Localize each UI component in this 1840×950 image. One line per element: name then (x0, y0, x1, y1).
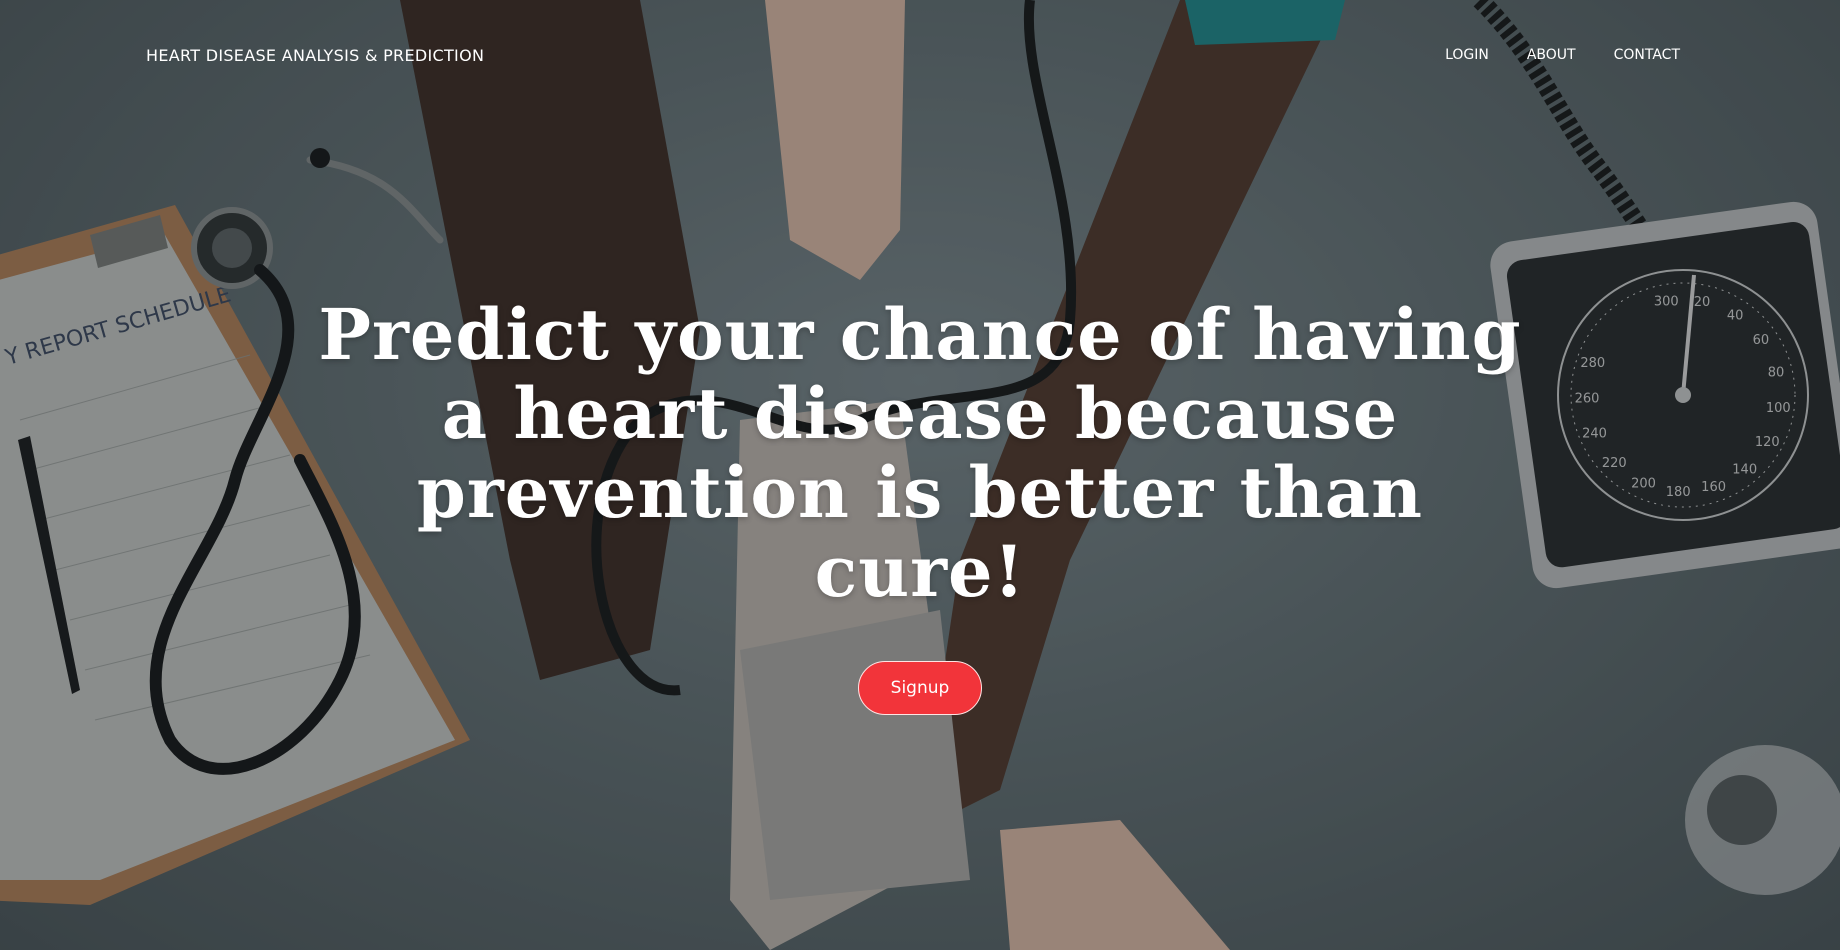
brand-link[interactable]: HEART DISEASE ANALYSIS & PREDICTION (146, 46, 484, 65)
nav-link-contact[interactable]: CONTACT (1614, 47, 1680, 63)
nav-links: LOGIN ABOUT CONTACT (1407, 47, 1680, 63)
navbar: HEART DISEASE ANALYSIS & PREDICTION LOGI… (0, 0, 1840, 114)
nav-link-login[interactable]: LOGIN (1445, 47, 1489, 63)
signup-button[interactable]: Signup (858, 661, 982, 715)
hero-headline: Predict your chance of having a heart di… (318, 293, 1522, 613)
nav-link-about[interactable]: ABOUT (1527, 47, 1576, 63)
hero-section: Predict your chance of having a heart di… (0, 295, 1840, 715)
